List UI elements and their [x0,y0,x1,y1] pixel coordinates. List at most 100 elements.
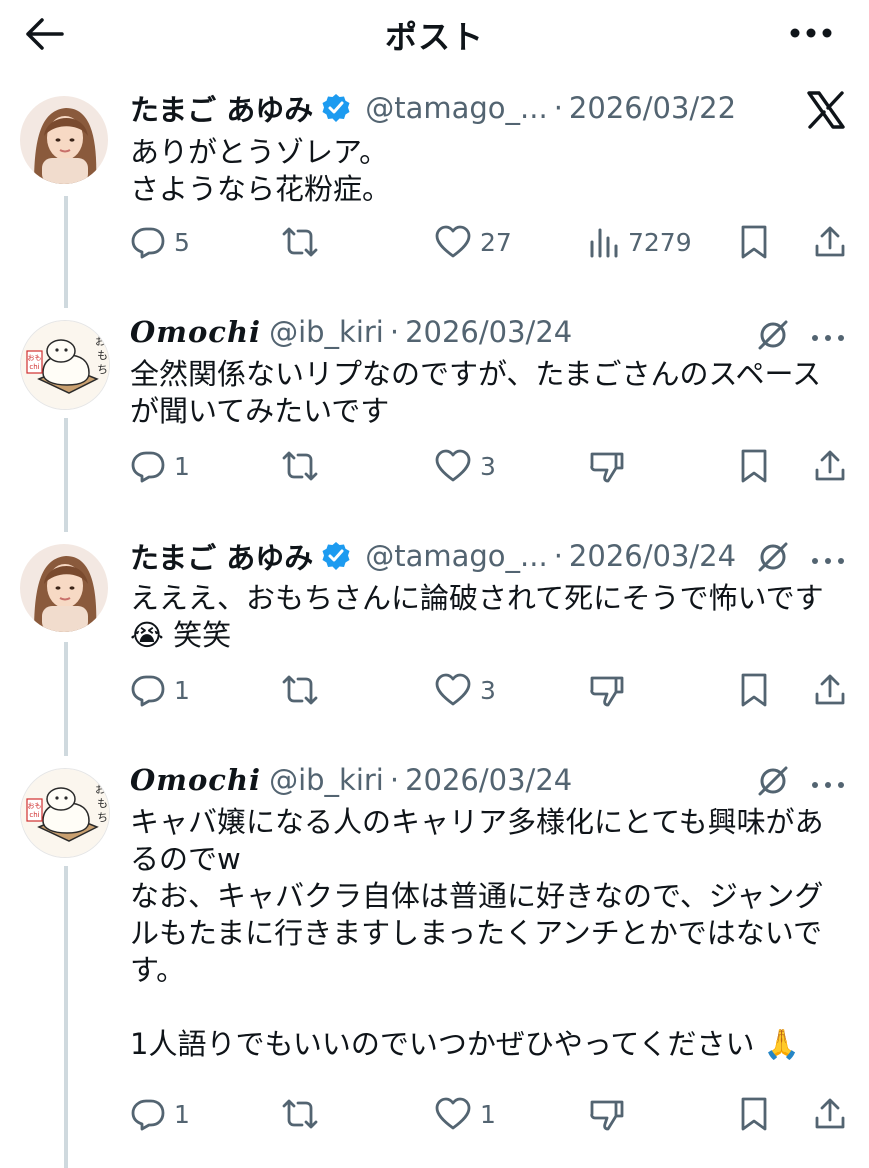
post-date[interactable]: 2026/03/24 [405,763,572,797]
share-button[interactable] [812,668,848,712]
dislike-button[interactable] [588,668,626,712]
page-title: ポスト [384,18,484,56]
separator-dot: · [553,91,563,125]
like-button[interactable]: 3 [434,668,496,712]
thumbs-down-icon [590,676,624,707]
like-button[interactable]: 27 [434,220,512,264]
thread-line [64,196,68,308]
display-name[interactable]: たまご あゆみ [130,87,313,129]
svg-text:お: お [95,335,106,348]
repost-icon [282,451,318,481]
grok-icon[interactable] [756,318,790,356]
repost-button[interactable] [280,668,320,712]
user-handle[interactable]: @tamago_... [365,91,547,125]
svg-text:ち: ち [97,811,108,824]
like-button[interactable]: 1 [434,1092,496,1136]
like-button[interactable]: 3 [434,444,496,488]
action-bar: 1 3 [130,668,850,712]
grok-icon[interactable] [756,540,790,578]
repost-icon [282,1099,318,1129]
like-count: 3 [480,451,496,481]
view-count: 7279 [628,227,692,257]
dislike-button[interactable] [588,1092,626,1136]
svg-text:も: も [97,797,108,810]
heart-icon [435,673,471,706]
bookmark-button[interactable] [738,220,770,264]
heart-icon [435,449,471,482]
post-text: 全然関係ないリプなのですが、たまごさんのスペース が聞いてみたいです [130,357,822,428]
grok-icon[interactable] [756,764,790,802]
user-handle[interactable]: @tamago_... [365,539,547,573]
avatar[interactable] [20,544,108,632]
heart-icon [435,225,471,258]
post-meta: Omochi @ib_kiri · 2026/03/24 [130,758,572,802]
heart-icon [435,1097,471,1130]
repost-button[interactable] [280,220,320,264]
display-name[interactable]: Omochi [130,315,261,349]
views-button[interactable]: 7279 [588,220,692,264]
post-date[interactable]: 2026/03/24 [405,315,572,349]
share-icon [815,450,845,481]
reply-icon [131,675,165,707]
share-icon [815,674,845,705]
share-button[interactable] [812,1092,848,1136]
share-icon [815,1098,845,1129]
post-text: キャバ嬢になる人のキャリア多様化にとても興味があ るのでw なお、キャバクラ自体… [130,805,824,1061]
post-meta: たまご あゆみ @tamago_... · 2026/03/22 [130,86,736,130]
reply-icon [131,227,165,259]
more-options-icon[interactable] [787,18,835,48]
thumbs-down-icon [590,452,624,483]
reply-icon [131,451,165,483]
bookmark-icon [741,673,767,707]
user-handle[interactable]: @ib_kiri [269,763,384,797]
more-options-icon[interactable] [810,551,846,570]
post-text: えええ、おもちさんに論破されて死にそうで怖いです 😭 笑笑 [130,581,824,652]
bookmark-button[interactable] [738,1092,770,1136]
svg-text:chi: chi [29,363,39,371]
repost-button[interactable] [280,444,320,488]
thread-line [64,642,68,756]
thumbs-down-icon [590,1100,624,1131]
repost-icon [282,675,318,705]
bookmark-button[interactable] [738,668,770,712]
reply-count: 5 [174,227,190,257]
bookmark-button[interactable] [738,444,770,488]
svg-text:ち: ち [97,363,108,376]
verified-badge-icon [321,541,351,571]
reply-button[interactable]: 1 [130,668,190,712]
share-icon [815,226,845,257]
bookmark-icon [741,225,767,259]
post-text: ありがとうゾレア。 さようなら花粉症。 [130,135,392,206]
avatar[interactable] [20,96,108,184]
dislike-button[interactable] [588,444,626,488]
svg-text:お: お [95,783,106,796]
top-bar: ポスト [0,0,869,70]
more-options-icon[interactable] [810,328,846,347]
action-bar: 1 3 [130,444,850,488]
thread-line [64,866,68,1168]
bookmark-icon [741,449,767,483]
display-name[interactable]: たまご あゆみ [130,535,313,577]
reply-count: 1 [174,451,190,481]
repost-button[interactable] [280,1092,320,1136]
bookmark-icon [741,1097,767,1131]
reply-button[interactable]: 1 [130,1092,190,1136]
post-date[interactable]: 2026/03/24 [569,539,736,573]
avatar[interactable]: おも chi お も ち [20,320,110,410]
repost-icon [282,227,318,257]
post-date[interactable]: 2026/03/22 [569,91,736,125]
svg-text:おも: おも [28,802,42,810]
share-button[interactable] [812,220,848,264]
share-button[interactable] [812,444,848,488]
verified-badge-icon [321,93,351,123]
reply-button[interactable]: 5 [130,220,190,264]
separator-dot: · [389,315,400,349]
more-options-icon[interactable] [810,775,846,794]
like-count: 3 [480,675,496,705]
avatar[interactable]: おも chi お も ち [20,768,110,858]
x-logo-icon[interactable] [806,90,846,134]
user-handle[interactable]: @ib_kiri [269,315,384,349]
display-name[interactable]: Omochi [130,763,261,797]
reply-button[interactable]: 1 [130,444,190,488]
thread-line [64,418,68,532]
